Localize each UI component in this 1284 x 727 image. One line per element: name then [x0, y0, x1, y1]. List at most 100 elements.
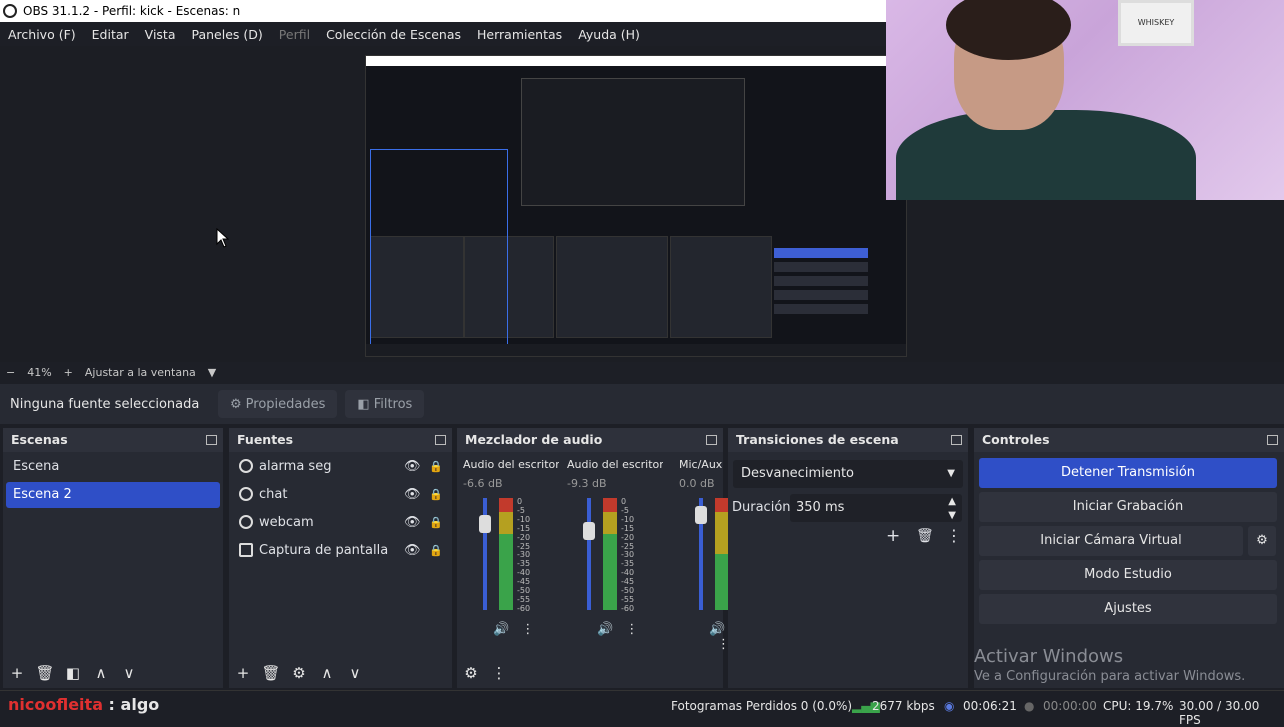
remove-source-button[interactable]: 🗑 [257, 664, 285, 682]
eye-icon[interactable]: 👁 [404, 459, 421, 474]
speaker-icon[interactable]: 🔊 [709, 622, 725, 637]
source-name: chat [259, 486, 288, 502]
zoom-out-button[interactable]: − [0, 366, 21, 379]
lock-icon[interactable]: 🔒 [429, 516, 443, 529]
mixer-menu-button[interactable]: ⋮ [485, 664, 513, 682]
menu-coleccion-escenas[interactable]: Colección de Escenas [318, 27, 469, 42]
move-up-button[interactable]: ∧ [313, 664, 341, 682]
duration-spinbox[interactable]: 350 ms ▲ ▼ [790, 494, 962, 522]
volume-fader[interactable] [479, 498, 491, 610]
nested-title-bar [366, 56, 906, 66]
globe-icon [239, 515, 253, 529]
controls-header: Controles [974, 428, 1284, 452]
start-virtual-camera-button[interactable]: Iniciar Cámara Virtual [979, 526, 1243, 556]
menu-herramientas[interactable]: Herramientas [469, 27, 570, 42]
undock-icon[interactable] [706, 435, 717, 445]
undock-icon[interactable] [206, 435, 217, 445]
meter-yellow-zone [715, 512, 729, 554]
volume-fader[interactable] [583, 498, 595, 610]
filter-icon: ◧ [357, 396, 370, 412]
source-item[interactable]: alarma seg 👁 🔒 [229, 452, 452, 480]
scene-filters-button[interactable]: ◧ [59, 664, 87, 682]
source-name: alarma seg [259, 458, 332, 474]
menu-perfil[interactable]: Perfil [271, 27, 318, 42]
stop-streaming-button[interactable]: Detener Transmisión [979, 458, 1277, 488]
menu-ayuda[interactable]: Ayuda (H) [570, 27, 648, 42]
fader-knob[interactable] [479, 515, 491, 533]
add-scene-button[interactable]: + [3, 664, 31, 682]
meter-red-zone [603, 498, 617, 512]
overlay-separator: : [102, 695, 121, 714]
globe-icon [239, 487, 253, 501]
transition-menu-button[interactable]: ⋮ [946, 526, 962, 545]
meter-green-zone [603, 534, 617, 610]
move-down-button[interactable]: ∨ [341, 664, 369, 682]
eye-icon[interactable]: 👁 [404, 487, 421, 502]
controls-title: Controles [982, 432, 1050, 447]
overlay-text: algo [120, 695, 160, 714]
undock-icon[interactable] [435, 435, 446, 445]
zoom-level: 41% [27, 365, 52, 379]
settings-button[interactable]: Ajustes [979, 594, 1277, 624]
stream-overlay-label: nicoofleita : algo [8, 695, 159, 714]
channel-menu-button[interactable]: ⋮ [625, 622, 638, 637]
fit-to-window-select[interactable]: Ajustar a la ventana [79, 366, 202, 379]
lock-icon[interactable]: 🔒 [429, 460, 443, 473]
source-item[interactable]: Captura de pantalla 👁 🔒 [229, 536, 452, 564]
volume-meter [715, 498, 729, 610]
move-up-button[interactable]: ∧ [87, 664, 115, 682]
source-toolbar: Ninguna fuente seleccionada ⚙ Propiedade… [0, 384, 1284, 424]
undock-icon[interactable] [951, 435, 962, 445]
screen-capture-preview [365, 55, 907, 357]
gear-icon: ⚙ [230, 396, 242, 412]
channel-buttons: 🔊 ⋮ [493, 622, 534, 637]
advanced-audio-button[interactable]: ⚙ [457, 664, 485, 682]
eye-icon[interactable]: 👁 [404, 515, 421, 530]
speaker-icon[interactable]: 🔊 [493, 622, 509, 637]
start-recording-button[interactable]: Iniciar Grabación [979, 492, 1277, 522]
menu-archivo[interactable]: Archivo (F) [0, 27, 84, 42]
zoom-in-button[interactable]: + [58, 366, 79, 379]
meter-yellow-zone [603, 512, 617, 534]
volume-fader[interactable] [695, 498, 707, 610]
menu-paneles[interactable]: Paneles (D) [184, 27, 271, 42]
duration-label: Duración [732, 500, 791, 515]
nested-control-button [774, 248, 868, 258]
duration-value: 350 ms [796, 500, 845, 515]
remove-transition-button[interactable]: 🗑 [916, 528, 934, 544]
remove-scene-button[interactable]: 🗑 [31, 664, 59, 682]
nested-control-button [774, 276, 868, 286]
add-transition-button[interactable]: + [886, 526, 900, 546]
fader-knob[interactable] [695, 506, 707, 524]
channel-buttons: 🔊 ⋮ [709, 622, 730, 652]
lock-icon[interactable]: 🔒 [429, 488, 443, 501]
properties-button[interactable]: ⚙ Propiedades [218, 390, 338, 418]
lock-icon[interactable]: 🔒 [429, 544, 443, 557]
fps: 30.00 / 30.00 FPS [1179, 699, 1260, 727]
scene-item-escena-2[interactable]: Escena 2 [6, 482, 220, 508]
menu-editar[interactable]: Editar [84, 27, 137, 42]
undock-icon[interactable] [1267, 435, 1278, 445]
source-item[interactable]: webcam 👁 🔒 [229, 508, 452, 536]
studio-mode-button[interactable]: Modo Estudio [979, 560, 1277, 590]
source-item[interactable]: chat 👁 🔒 [229, 480, 452, 508]
filters-label: Filtros [373, 396, 413, 412]
record-time: 00:00:00 [1043, 699, 1097, 713]
source-settings-button[interactable]: ⚙ [285, 664, 313, 682]
speaker-icon[interactable]: 🔊 [597, 622, 613, 637]
filters-button[interactable]: ◧ Filtros [345, 390, 425, 418]
menu-vista[interactable]: Vista [137, 27, 184, 42]
obs-logo-icon [3, 4, 17, 18]
chevron-down-icon: ▼ [947, 468, 955, 479]
add-source-button[interactable]: + [229, 664, 257, 682]
fader-knob[interactable] [583, 522, 595, 540]
transition-select[interactable]: Desvanecimiento ▼ [733, 460, 963, 488]
virtual-camera-settings-button[interactable]: ⚙ [1248, 526, 1276, 556]
scene-item-escena[interactable]: Escena [6, 454, 220, 480]
meter-green-zone [499, 534, 513, 610]
channel-db: -6.6 dB [463, 477, 503, 490]
eye-icon[interactable]: 👁 [404, 543, 421, 558]
move-down-button[interactable]: ∨ [115, 664, 143, 682]
chevron-down-icon[interactable]: ▼ [202, 366, 222, 379]
channel-menu-button[interactable]: ⋮ [521, 622, 534, 637]
